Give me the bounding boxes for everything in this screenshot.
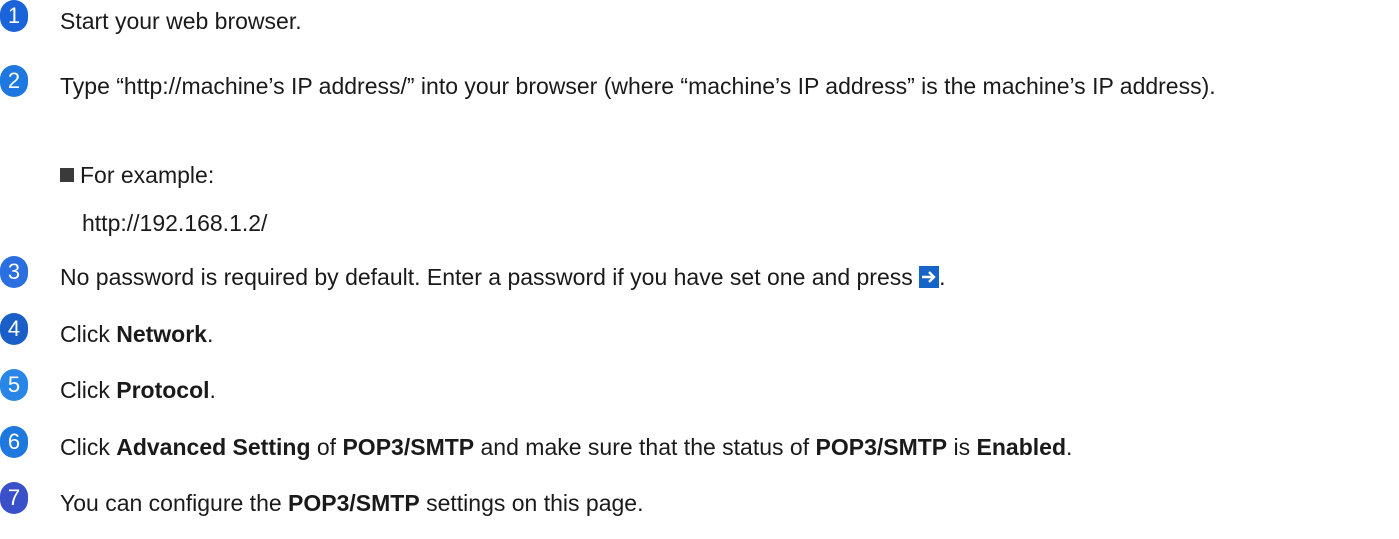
step-text-bold: POP3/SMTP	[288, 490, 420, 516]
step-number: 2	[0, 65, 28, 97]
step-5: 5 Click Protocol.	[0, 369, 216, 403]
square-bullet-icon	[60, 168, 74, 182]
go-arrow-icon	[919, 266, 940, 288]
step-text: You can configure the POP3/SMTP settings…	[60, 486, 1395, 520]
example-label: For example:	[80, 162, 215, 188]
step-text-main: No password is required by default. Ente…	[60, 264, 920, 290]
step-text-mid: and make sure that the status of	[474, 434, 816, 460]
step-text-bold: Network	[116, 321, 207, 347]
step-text: Click Advanced Setting of POP3/SMTP and …	[60, 430, 1395, 464]
step-number: 4	[0, 313, 28, 345]
step-text-end: .	[939, 264, 946, 290]
step-text-post: .	[206, 321, 214, 347]
step-6: 6 Click Advanced Setting of POP3/SMTP an…	[0, 426, 1072, 460]
step-text-bold: Enabled	[976, 434, 1067, 460]
step-text: Start your web browser.	[60, 8, 302, 34]
step-number: 1	[0, 0, 28, 32]
step-text-bold: POP3/SMTP	[815, 434, 948, 460]
step-text: Type “http://machine’s IP address/” into…	[60, 73, 1216, 99]
step-text-post: .	[1066, 434, 1073, 460]
step-text-pre: You can configure the	[60, 490, 289, 516]
step-text-mid: of	[310, 434, 343, 460]
example-item: For example:	[60, 160, 214, 190]
step-text-pre: Click	[60, 377, 117, 403]
step-number: 3	[0, 256, 28, 288]
step-text: Click Protocol.	[60, 373, 1395, 407]
step-text-bold: Advanced Setting	[116, 434, 311, 460]
step-text-pre: Click	[60, 434, 117, 460]
example-url: http://192.168.1.2/	[82, 210, 268, 236]
step-number: 5	[0, 369, 28, 401]
step-text-pre: Click	[60, 321, 117, 347]
step-text: No password is required by default. Ente…	[60, 260, 1395, 294]
step-text-post: .	[209, 377, 216, 403]
step-text-bold: POP3/SMTP	[342, 434, 475, 460]
step-number: 7	[0, 482, 28, 514]
step-4: 4 Click Network.	[0, 313, 213, 347]
step-2: 2 Type “http://machine’s IP address/” in…	[0, 65, 1216, 99]
step-text-bold: Protocol	[116, 377, 210, 403]
step-1: 1 Start your web browser.	[0, 0, 302, 34]
step-7: 7 You can configure the POP3/SMTP settin…	[0, 482, 643, 516]
step-3: 3 No password is required by default. En…	[0, 256, 946, 290]
step-text: Click Network.	[60, 317, 1395, 351]
step-text-post: settings on this page.	[419, 490, 644, 516]
step-text-mid: is	[947, 434, 977, 460]
step-number: 6	[0, 426, 28, 458]
